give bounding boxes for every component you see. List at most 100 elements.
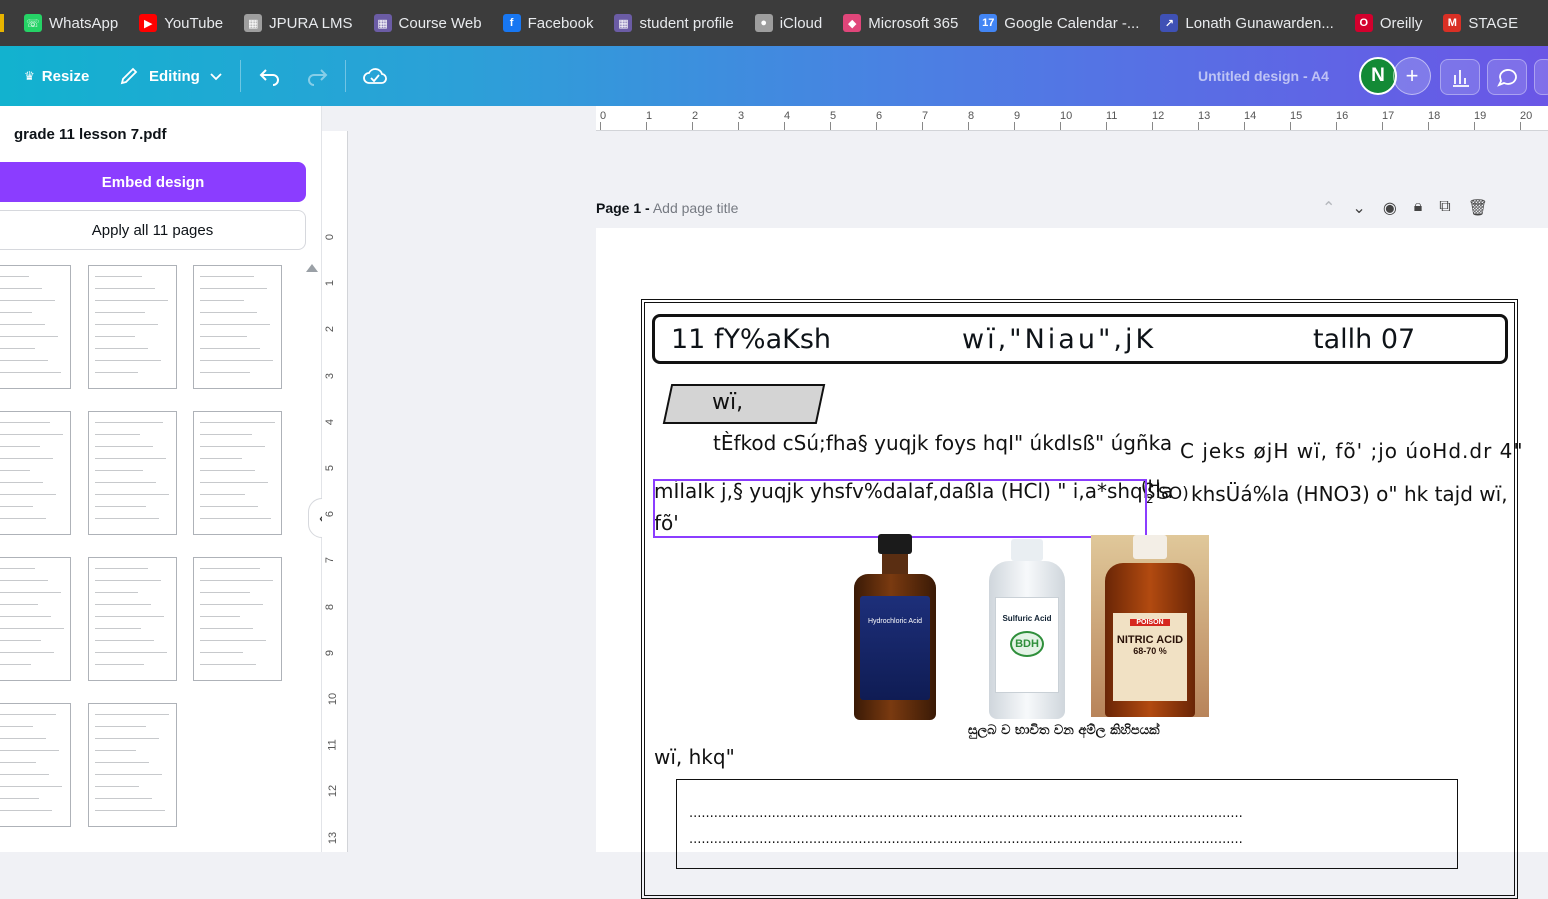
embed-design-button[interactable]: Embed design [0, 162, 306, 202]
bookmark-label: Google Calendar -... [1004, 14, 1140, 32]
ruler-tick [1474, 122, 1475, 130]
ruler-tick [784, 122, 785, 130]
bookmarks-bar: ☏ WhatsApp ▶ YouTube ▦ JPURA LMS ▦ Course Web f F… [0, 0, 1548, 46]
bookmark-item[interactable]: ▦ student profile [614, 14, 734, 32]
page-thumbnail[interactable] [193, 411, 282, 535]
section-label-box[interactable] [662, 384, 826, 424]
thumbnail-text-line [95, 592, 138, 593]
top-ruler: 0 1 2 3 4 5 6 7 8 9 10 11 12 13 14 15 16 17 18 19 20 [596, 106, 1548, 131]
page-thumbnail[interactable] [193, 265, 282, 389]
selected-text-box[interactable] [653, 479, 1147, 538]
thumbnail-text-line [0, 726, 33, 727]
thumbnail-text-line [95, 518, 159, 519]
page-thumbnail[interactable] [0, 557, 71, 681]
ruler-mark: 17 [1382, 110, 1395, 122]
bookmark-item[interactable]: f Facebook [502, 14, 594, 32]
nitric-acid-concentration: 68-70 % [1133, 646, 1167, 656]
delete-page-icon[interactable]: 🗑︎ [1468, 198, 1488, 218]
thumbnail-text-line [200, 482, 268, 483]
thumbnail-text-line [95, 652, 167, 653]
page-thumbnail[interactable] [88, 557, 177, 681]
nitric-acid-bottle[interactable]: POISON NITRIC ACID 68-70 % [1091, 535, 1209, 717]
ruler-mark: 3 [738, 110, 745, 122]
lesson-header-box[interactable]: 11 fY%aKsh wï,"Niau",jK tallh 07 [652, 314, 1508, 364]
move-page-up-icon[interactable]: ⌃ [1322, 198, 1335, 218]
lesson-label: tallh 07 [1313, 324, 1416, 355]
duplicate-page-icon[interactable]: ⧉ [1439, 198, 1450, 218]
thumbnail-text-line [200, 604, 263, 605]
properties-label[interactable]: wï, hkq" [654, 745, 735, 769]
bookmark-label: Oreilly [1379, 14, 1423, 32]
thumbnail-text-line [95, 482, 156, 483]
apply-all-pages-button[interactable]: Apply all 11 pages [0, 210, 306, 250]
page-thumbnail[interactable] [0, 703, 71, 827]
hide-page-icon[interactable]: ◉ [1383, 198, 1397, 218]
bookmark-item[interactable]: ● iCloud [754, 14, 822, 32]
thumbnail-text-line [0, 422, 50, 423]
page-thumbnail[interactable] [88, 703, 177, 827]
ruler-tick [1198, 122, 1199, 130]
bookmark-item[interactable]: ▦ JPURA LMS [244, 14, 353, 32]
image-caption[interactable]: සුලබ ව භාවිත වන අම්ල කිහිපයක් [968, 723, 1160, 738]
ruler-tick [1382, 122, 1383, 130]
cloud-saved-icon[interactable] [362, 64, 388, 88]
thumbnail-text-line [95, 446, 153, 447]
ruler-tick [1106, 122, 1107, 130]
text-line-2-tail[interactable]: khsÜá%la (HNO3) o" hk tajd wï, [1191, 482, 1508, 506]
thumbnail-text-line [200, 372, 250, 373]
thumbnail-text-line [200, 640, 266, 641]
ruler-mark: 16 [1336, 110, 1349, 122]
design-title[interactable]: Untitled design - A4 [1198, 46, 1329, 106]
thumbnail-text-line [0, 494, 56, 495]
user-avatar[interactable]: N [1359, 57, 1397, 95]
move-page-down-icon[interactable]: ⌄ [1352, 198, 1365, 218]
editing-mode-button[interactable]: Editing [119, 46, 223, 106]
thumbnail-text-line [0, 506, 33, 507]
page-thumbnail[interactable] [88, 265, 177, 389]
bookmark-item[interactable]: ☏ WhatsApp [24, 14, 118, 32]
answer-box[interactable]: ........................................… [676, 779, 1458, 869]
sulfuric-acid-bottle[interactable]: Sulfuric Acid BDH [989, 539, 1065, 719]
comments-button[interactable] [1487, 59, 1527, 95]
oreilly-icon: O [1354, 14, 1373, 32]
share-button-partial[interactable] [1534, 59, 1548, 95]
thumbnail-text-line [200, 518, 271, 519]
ruler-tick [1244, 122, 1245, 130]
bookmark-item[interactable]: ▶ YouTube [139, 14, 223, 32]
ruler-mark: 8 [968, 110, 975, 122]
answer-line-1[interactable]: ........................................… [689, 806, 1441, 821]
bookmark-label: Facebook [527, 14, 594, 32]
bookmark-item[interactable]: ▦ Course Web [373, 14, 482, 32]
lock-icon[interactable]: 🔒︎ [1414, 198, 1423, 218]
text-line-1-cont[interactable]: C jeks øjH wï, fõ' ;jo úoHd.dr 4" [1180, 439, 1524, 463]
design-page[interactable]: 11 fY%aKsh wï,"Niau",jK tallh 07 wï, tÈf… [596, 228, 1548, 899]
bookmark-label: STAGE [1468, 14, 1519, 32]
thumbnail-text-line [200, 664, 256, 665]
page-thumbnail[interactable] [0, 411, 71, 535]
insights-button[interactable] [1440, 59, 1480, 95]
bookmark-item[interactable]: M STAGE [1443, 14, 1518, 32]
bookmark-item[interactable]: O Oreilly [1354, 14, 1423, 32]
hydrochloric-acid-bottle[interactable]: Hydrochloric Acid [854, 534, 936, 720]
bookmark-label: Course Web [398, 14, 482, 32]
thumbnail-text-line [95, 580, 161, 581]
add-collaborator-button[interactable]: + [1393, 57, 1431, 95]
page-thumbnail[interactable] [0, 265, 71, 389]
answer-line-2[interactable]: ........................................… [689, 832, 1441, 847]
text-line-1[interactable]: tÈfkod cSú;fha§ yuqjk foys hqI" úkdlsß" … [713, 431, 1172, 455]
bookmark-item[interactable]: 17 Google Calendar -... [979, 14, 1139, 32]
thumbnail-text-line [95, 360, 161, 361]
ruler-mark: 10 [327, 692, 340, 706]
thumbnail-text-line [0, 652, 54, 653]
scroll-up-arrow[interactable] [306, 264, 318, 272]
undo-icon[interactable] [258, 64, 282, 88]
resize-button[interactable]: ♛ Resize [24, 46, 89, 106]
add-page-title[interactable]: Add page title [653, 200, 739, 216]
bookmark-item[interactable]: ↗ Lonath Gunawarden... [1160, 14, 1334, 32]
page-thumbnail[interactable] [88, 411, 177, 535]
ruler-mark: 18 [1428, 110, 1441, 122]
redo-icon[interactable] [305, 64, 329, 88]
bookmark-item[interactable]: ◆ Microsoft 365 [843, 14, 958, 32]
page-thumbnail[interactable] [193, 557, 282, 681]
thumbnail-text-line [95, 276, 142, 277]
